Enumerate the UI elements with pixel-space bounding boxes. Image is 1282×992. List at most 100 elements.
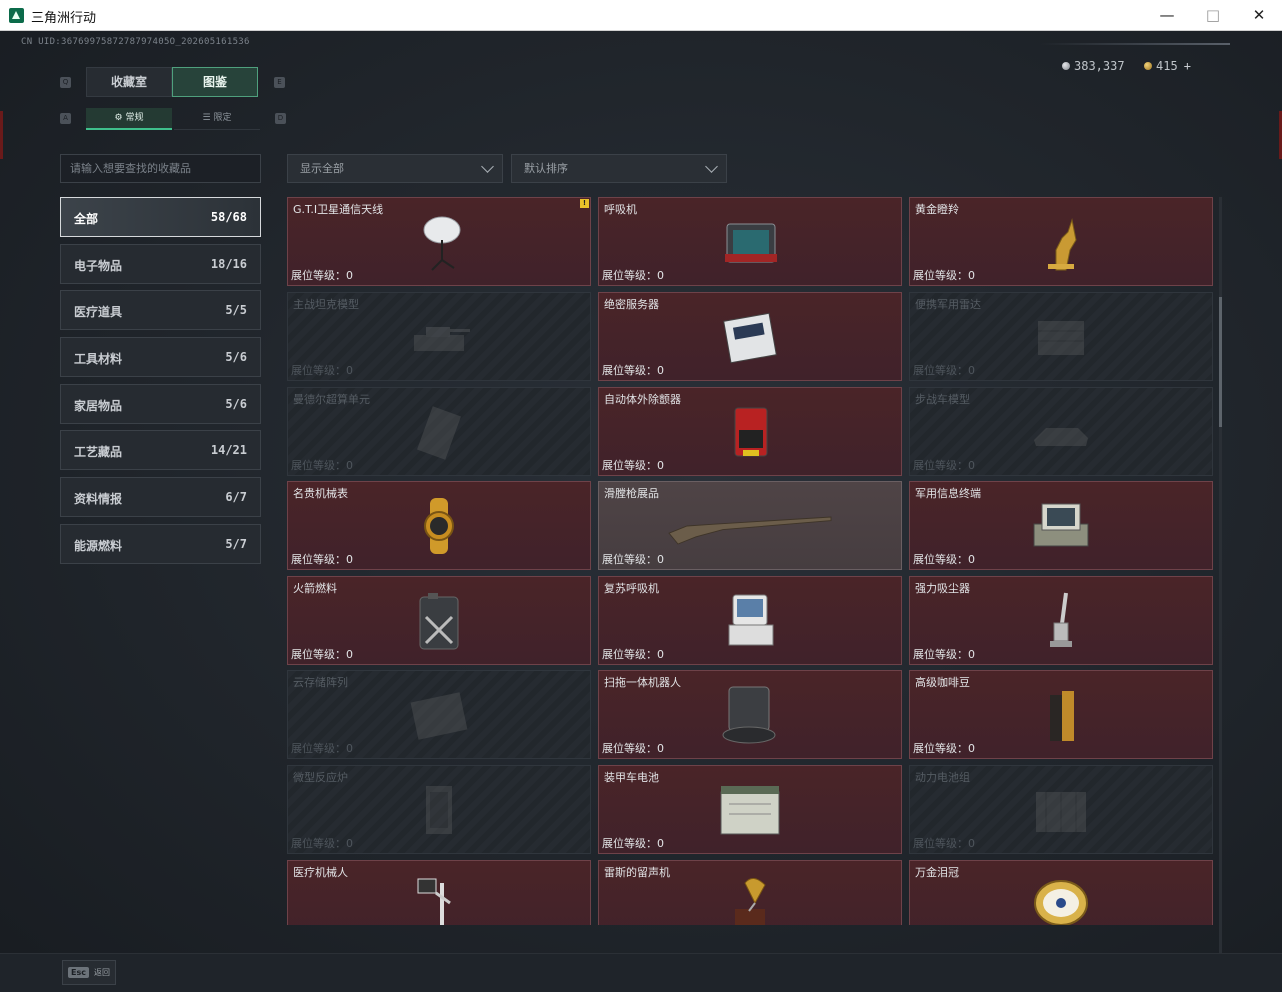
tab-limited-label: 限定	[213, 113, 232, 123]
watch-icon	[404, 494, 474, 558]
item-display-level: 展位等级：0	[291, 459, 353, 472]
item-display-level: 展位等级：0	[291, 837, 353, 850]
storage-array-icon	[404, 683, 474, 747]
minimize-button[interactable]: —	[1144, 0, 1190, 31]
category-label: 工具材料	[74, 352, 123, 366]
top-decor-line	[1040, 43, 1230, 45]
sort-select[interactable]: 默认排序	[511, 154, 727, 183]
collection-item-card[interactable]: 呼吸机 展位等级：0	[598, 197, 902, 286]
add-currency-button[interactable]: +	[1184, 59, 1191, 73]
app-logo-icon	[9, 8, 24, 23]
gold-coin-icon	[1144, 62, 1152, 70]
category-count: 58/68	[210, 210, 247, 224]
collection-item-card[interactable]: 高级咖啡豆 展位等级：0	[909, 670, 1213, 759]
category-count: 6/7	[225, 490, 247, 504]
item-name: 火箭燃料	[293, 582, 337, 595]
collection-item-card[interactable]: 主战坦克模型 展位等级：0	[287, 292, 591, 381]
category-intel[interactable]: 资料情报 6/7	[60, 477, 261, 517]
collection-item-card[interactable]: 强力吸尘器 展位等级：0	[909, 576, 1213, 665]
item-name: 扫拖一体机器人	[604, 676, 681, 689]
back-label: 返回	[93, 968, 110, 977]
tab-limited[interactable]: ☰ 限定	[174, 108, 260, 130]
collection-item-card[interactable]: 便携军用雷达 展位等级：0	[909, 292, 1213, 381]
collection-item-card[interactable]: 扫拖一体机器人 展位等级：0	[598, 670, 902, 759]
item-name: 复苏呼吸机	[604, 582, 659, 595]
esc-key-icon: Esc	[68, 967, 89, 978]
item-name: 滑膛枪展品	[604, 487, 659, 500]
category-medical[interactable]: 医疗道具 5/5	[60, 290, 261, 330]
item-display-level: 展位等级：0	[291, 364, 353, 377]
item-name: 黄金瞪羚	[915, 203, 959, 216]
item-display-level: 展位等级：0	[913, 269, 975, 282]
back-button[interactable]: Esc 返回	[62, 960, 116, 985]
medical-robot-icon	[404, 873, 474, 925]
collection-item-card[interactable]: 滑膛枪展品展位等级：0	[598, 481, 902, 570]
collection-item-card[interactable]: 复苏呼吸机展位等级：0	[598, 576, 902, 665]
collection-item-card[interactable]: 自动体外除颤器 展位等级：0	[598, 387, 902, 476]
silver-coin-icon	[1062, 62, 1070, 70]
item-display-level: 展位等级：0	[291, 553, 353, 566]
scrollbar-thumb[interactable]	[1219, 297, 1222, 427]
coffee-bag-icon	[1026, 683, 1096, 747]
item-name: G.T.I卫星通信天线	[293, 203, 384, 216]
collection-item-card[interactable]: 雷斯的留声机展位等级：0	[598, 860, 902, 925]
gramophone-icon	[715, 873, 785, 925]
display-filter-select[interactable]: 显示全部	[287, 154, 503, 183]
item-display-level: 展位等级：0	[913, 459, 975, 472]
tab-collection-room[interactable]: 收藏室	[86, 67, 172, 97]
collection-item-card[interactable]: 医疗机械人展位等级：0	[287, 860, 591, 925]
musket-icon	[660, 494, 840, 558]
item-name: 高级咖啡豆	[915, 676, 970, 689]
maximize-button[interactable]: □	[1190, 0, 1236, 31]
category-label: 电子物品	[74, 259, 123, 273]
e-key-icon: E	[274, 77, 285, 88]
collection-item-card[interactable]: 名贵机械表 展位等级：0	[287, 481, 591, 570]
tank-model-icon	[404, 305, 474, 369]
chevron-down-icon	[705, 160, 718, 173]
collection-item-card[interactable]: 步战车模型 展位等级：0	[909, 387, 1213, 476]
silver-amount: 383,337	[1074, 59, 1125, 73]
q-key-icon: Q	[60, 77, 71, 88]
category-label: 家居物品	[74, 399, 123, 413]
category-all[interactable]: 全部 58/68	[60, 197, 261, 237]
new-badge-icon: !	[580, 199, 589, 208]
collection-item-card[interactable]: 军用信息终端 展位等级：0	[909, 481, 1213, 570]
window-title: 三角洲行动	[31, 11, 97, 26]
supercomputer-icon	[404, 400, 474, 464]
item-display-level: 展位等级：0	[913, 364, 975, 377]
d-key-icon: D	[275, 113, 286, 124]
collection-item-card[interactable]: 云存储阵列 展位等级：0	[287, 670, 591, 759]
collection-item-card[interactable]: G.T.I卫星通信天线 展位等级：0!	[287, 197, 591, 286]
robot-vacuum-icon	[715, 683, 785, 747]
collection-item-card[interactable]: 微型反应炉 展位等级：0	[287, 765, 591, 854]
game-viewport: CN UID:3676997587278797405O_2026051615​3…	[0, 31, 1282, 992]
grid-scrollbar[interactable]	[1219, 197, 1222, 955]
collection-item-card[interactable]: 绝密服务器 展位等级：0	[598, 292, 902, 381]
collection-item-card[interactable]: 装甲车电池 展位等级：0	[598, 765, 902, 854]
collection-grid: G.T.I卫星通信天线 展位等级：0! 呼吸机 展位等级：0 黄金瞪羚 展位等级：0 主战坦…	[287, 197, 1215, 925]
battery-icon	[715, 778, 785, 842]
category-count: 5/5	[225, 303, 247, 317]
category-household[interactable]: 家居物品 5/6	[60, 384, 261, 424]
search-input[interactable]: 请输入想要查找的收藏品	[60, 154, 261, 183]
silver-currency: 383,337	[1062, 59, 1125, 73]
collection-item-card[interactable]: 黄金瞪羚展位等级：0	[909, 197, 1213, 286]
collection-item-card[interactable]: 万金泪冠展位等级：0	[909, 860, 1213, 925]
close-button[interactable]: ✕	[1236, 0, 1282, 31]
item-display-level: 展位等级：0	[602, 648, 664, 661]
item-display-level: 展位等级：0	[602, 553, 664, 566]
item-display-level: 展位等级：0	[602, 364, 664, 377]
collection-item-card[interactable]: 火箭燃料 展位等级：0	[287, 576, 591, 665]
category-electronics[interactable]: 电子物品 18/16	[60, 244, 261, 284]
gold-currency: 415 +	[1144, 59, 1191, 73]
resuscitator-icon	[715, 589, 785, 653]
item-name: 便携军用雷达	[915, 298, 981, 311]
tab-regular[interactable]: ⚙ 常规	[86, 108, 172, 130]
category-count: 14/21	[210, 443, 247, 457]
category-energy[interactable]: 能源燃料 5/7	[60, 524, 261, 564]
tab-catalog[interactable]: 图鉴	[172, 67, 258, 97]
collection-item-card[interactable]: 动力电池组 展位等级：0	[909, 765, 1213, 854]
category-crafts[interactable]: 工艺藏品 14/21	[60, 430, 261, 470]
collection-item-card[interactable]: 曼德尔超算单元 展位等级：0	[287, 387, 591, 476]
category-tools[interactable]: 工具材料 5/6	[60, 337, 261, 377]
